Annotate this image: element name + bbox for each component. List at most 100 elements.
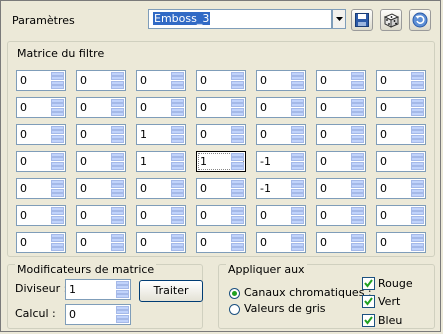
matrix-cell[interactable]: 0: [16, 70, 66, 91]
matrix-cell[interactable]: 1: [136, 151, 186, 172]
matrix-cell[interactable]: 0: [256, 124, 306, 145]
checkbox-red[interactable]: [362, 277, 375, 290]
matrix-cell[interactable]: -1: [256, 178, 306, 199]
matrix-cell[interactable]: 1: [196, 151, 246, 172]
spin-up-icon[interactable]: [51, 207, 64, 215]
spin-down-icon[interactable]: [116, 315, 129, 323]
bias-spin[interactable]: [116, 306, 129, 323]
save-button[interactable]: [351, 9, 373, 31]
spin-up-icon[interactable]: [291, 99, 304, 107]
spin-down-icon[interactable]: [351, 216, 364, 224]
spin-down-icon[interactable]: [111, 108, 124, 116]
matrix-cell[interactable]: 0: [76, 151, 126, 172]
spin-down-icon[interactable]: [411, 216, 424, 224]
matrix-cell[interactable]: 0: [256, 232, 306, 253]
matrix-cell[interactable]: 0: [376, 151, 426, 172]
spin-down-icon[interactable]: [51, 216, 64, 224]
matrix-cell[interactable]: 0: [16, 205, 66, 226]
spin-up-icon[interactable]: [51, 126, 64, 134]
matrix-cell-spin[interactable]: [171, 99, 184, 116]
matrix-cell-spin[interactable]: [231, 153, 244, 170]
matrix-cell[interactable]: 0: [376, 178, 426, 199]
matrix-cell[interactable]: 0: [376, 97, 426, 118]
spin-down-icon[interactable]: [51, 108, 64, 116]
matrix-cell[interactable]: 0: [196, 97, 246, 118]
matrix-cell[interactable]: 0: [136, 178, 186, 199]
spin-up-icon[interactable]: [111, 234, 124, 242]
matrix-cell[interactable]: 0: [136, 70, 186, 91]
spin-up-icon[interactable]: [171, 234, 184, 242]
spin-down-icon[interactable]: [411, 81, 424, 89]
matrix-cell-spin[interactable]: [411, 207, 424, 224]
spin-down-icon[interactable]: [111, 216, 124, 224]
matrix-cell-spin[interactable]: [231, 99, 244, 116]
matrix-cell[interactable]: 0: [76, 205, 126, 226]
spin-down-icon[interactable]: [111, 162, 124, 170]
matrix-cell-spin[interactable]: [51, 72, 64, 89]
spin-up-icon[interactable]: [291, 72, 304, 80]
matrix-cell-spin[interactable]: [231, 234, 244, 251]
matrix-cell-spin[interactable]: [111, 126, 124, 143]
matrix-cell-spin[interactable]: [111, 99, 124, 116]
spin-up-icon[interactable]: [51, 234, 64, 242]
spin-down-icon[interactable]: [111, 135, 124, 143]
matrix-cell-spin[interactable]: [51, 153, 64, 170]
spin-up-icon[interactable]: [351, 207, 364, 215]
matrix-cell-spin[interactable]: [111, 207, 124, 224]
matrix-cell[interactable]: -1: [256, 151, 306, 172]
process-button[interactable]: Traiter: [139, 280, 203, 302]
spin-up-icon[interactable]: [231, 126, 244, 134]
spin-down-icon[interactable]: [351, 135, 364, 143]
matrix-cell-spin[interactable]: [351, 126, 364, 143]
matrix-cell[interactable]: 0: [76, 178, 126, 199]
spin-down-icon[interactable]: [351, 81, 364, 89]
matrix-cell[interactable]: 0: [376, 70, 426, 91]
matrix-cell[interactable]: 0: [316, 70, 366, 91]
spin-up-icon[interactable]: [111, 180, 124, 188]
matrix-cell-spin[interactable]: [231, 126, 244, 143]
matrix-cell[interactable]: 0: [256, 97, 306, 118]
matrix-cell-spin[interactable]: [351, 207, 364, 224]
spin-up-icon[interactable]: [351, 180, 364, 188]
matrix-cell-spin[interactable]: [231, 72, 244, 89]
matrix-cell-spin[interactable]: [411, 72, 424, 89]
divisor-spin[interactable]: [116, 281, 129, 298]
checkbox-green[interactable]: [362, 295, 375, 308]
spin-down-icon[interactable]: [111, 189, 124, 197]
spin-up-icon[interactable]: [291, 207, 304, 215]
matrix-cell-spin[interactable]: [291, 153, 304, 170]
spin-up-icon[interactable]: [51, 180, 64, 188]
spin-down-icon[interactable]: [51, 189, 64, 197]
spin-up-icon[interactable]: [111, 153, 124, 161]
spin-down-icon[interactable]: [111, 81, 124, 89]
spin-down-icon[interactable]: [351, 189, 364, 197]
matrix-cell[interactable]: 0: [376, 205, 426, 226]
spin-up-icon[interactable]: [111, 126, 124, 134]
spin-up-icon[interactable]: [111, 99, 124, 107]
matrix-cell[interactable]: 0: [16, 124, 66, 145]
spin-down-icon[interactable]: [171, 108, 184, 116]
matrix-cell-spin[interactable]: [411, 153, 424, 170]
spin-down-icon[interactable]: [171, 243, 184, 251]
spin-down-icon[interactable]: [116, 290, 129, 298]
spin-down-icon[interactable]: [231, 189, 244, 197]
spin-up-icon[interactable]: [111, 207, 124, 215]
matrix-cell[interactable]: 0: [16, 178, 66, 199]
spin-down-icon[interactable]: [111, 243, 124, 251]
spin-up-icon[interactable]: [351, 126, 364, 134]
spin-up-icon[interactable]: [411, 180, 424, 188]
matrix-cell-spin[interactable]: [111, 234, 124, 251]
matrix-cell-spin[interactable]: [351, 72, 364, 89]
spin-up-icon[interactable]: [351, 153, 364, 161]
spin-up-icon[interactable]: [116, 306, 129, 314]
spin-down-icon[interactable]: [411, 135, 424, 143]
matrix-cell-spin[interactable]: [51, 234, 64, 251]
spin-up-icon[interactable]: [171, 72, 184, 80]
spin-down-icon[interactable]: [231, 243, 244, 251]
spin-down-icon[interactable]: [51, 243, 64, 251]
matrix-cell-spin[interactable]: [351, 99, 364, 116]
spin-up-icon[interactable]: [231, 234, 244, 242]
matrix-cell-spin[interactable]: [111, 180, 124, 197]
matrix-cell-spin[interactable]: [171, 180, 184, 197]
matrix-cell-spin[interactable]: [171, 234, 184, 251]
